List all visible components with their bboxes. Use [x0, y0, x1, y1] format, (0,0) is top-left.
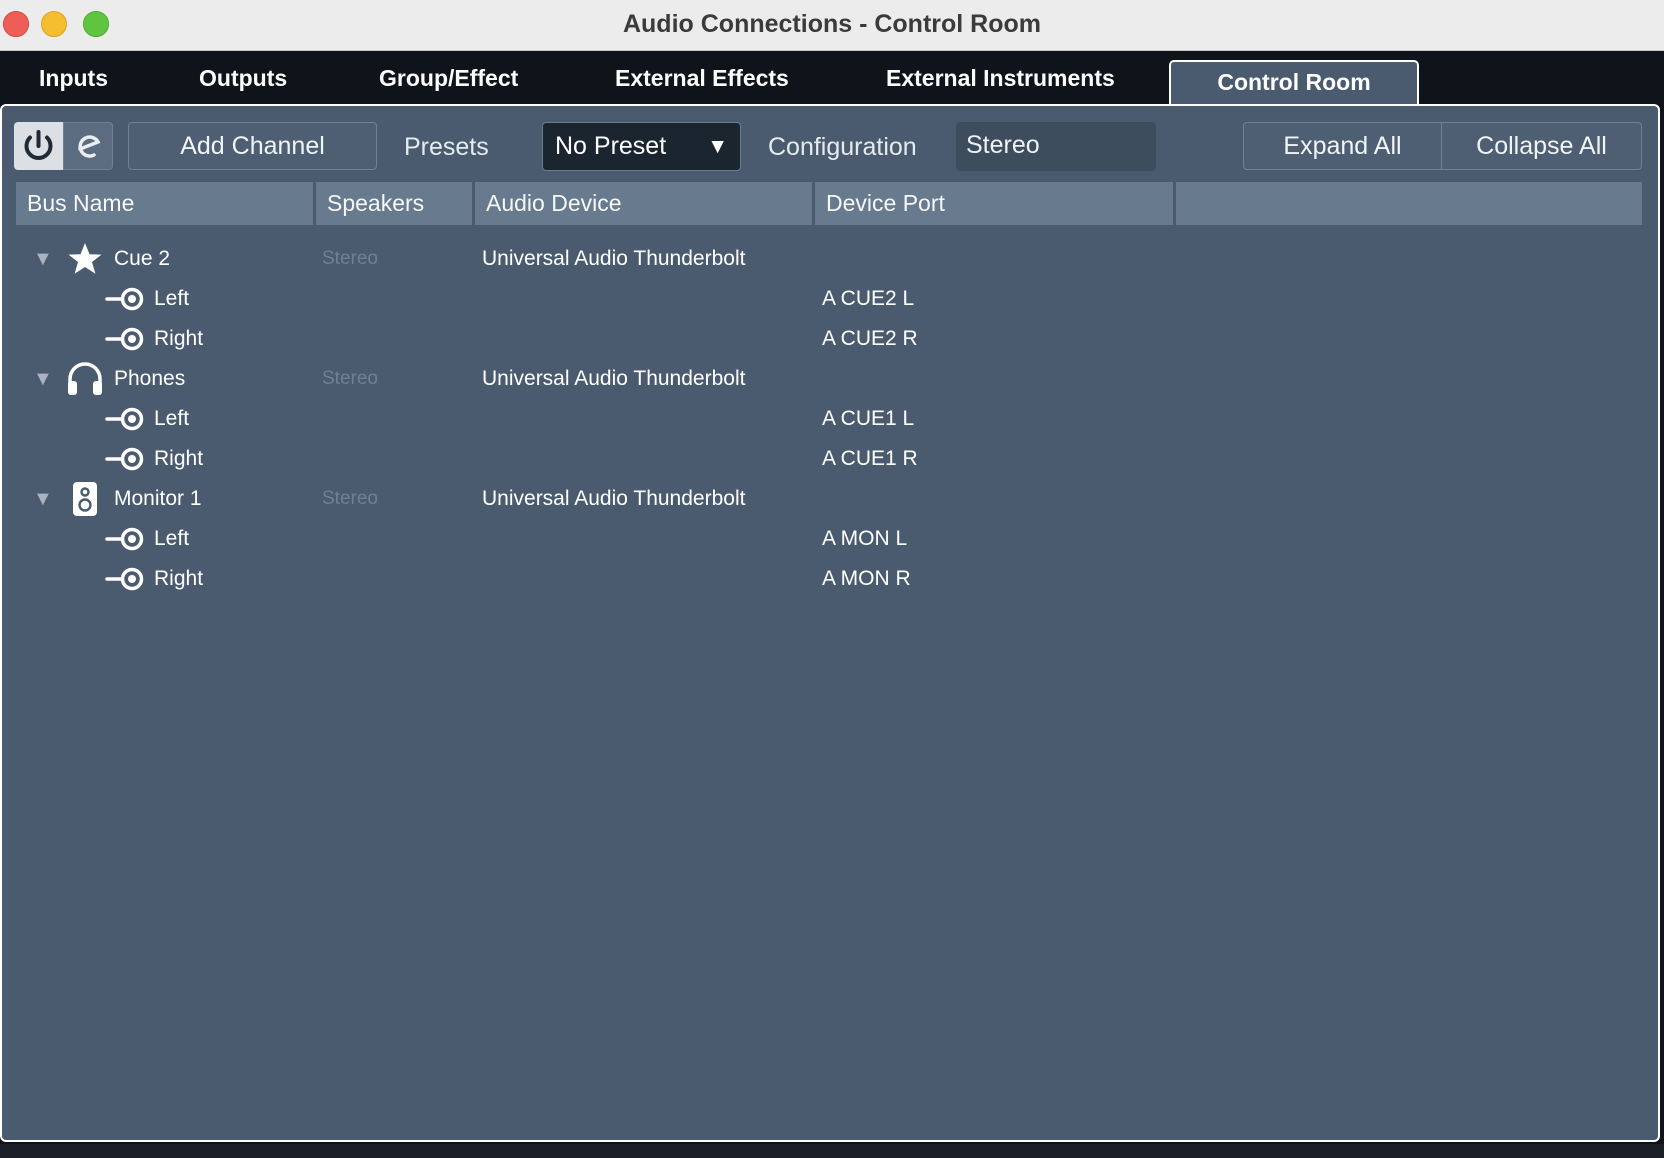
configuration-label: Configuration	[768, 133, 917, 161]
device-port[interactable]: A MON R	[822, 559, 911, 599]
preset-dropdown[interactable]: No Preset ▼	[542, 122, 741, 171]
title-bar: Audio Connections - Control Room	[0, 0, 1664, 51]
configuration-field: Stereo	[956, 122, 1156, 171]
bus-name: Monitor 1	[114, 487, 202, 510]
column-header-bus-name[interactable]: Bus Name	[16, 182, 313, 225]
port-name: Right	[154, 447, 204, 470]
dropdown-arrow-icon: ▼	[707, 135, 728, 158]
bus-speakers: Stereo	[322, 488, 378, 509]
port-row[interactable]: Right A MON R	[0, 559, 1660, 599]
port-row[interactable]: Left A CUE1 L	[0, 399, 1660, 439]
bus-name: Phones	[114, 367, 186, 390]
bus-row-cue-2[interactable]: ▼ Cue 2 Stereo Universal Audio Thunderbo…	[0, 239, 1660, 279]
collapse-triangle-icon[interactable]: ▼	[33, 479, 53, 519]
port-row[interactable]: Right A CUE1 R	[0, 439, 1660, 479]
headphones-icon	[68, 362, 102, 395]
column-header-audio-device[interactable]: Audio Device	[475, 182, 812, 225]
device-port[interactable]: A MON L	[822, 519, 907, 559]
window-title: Audio Connections - Control Room	[622, 10, 1041, 38]
presets-label: Presets	[404, 133, 489, 161]
power-icon	[24, 130, 53, 160]
edit-e-icon	[78, 135, 101, 158]
bus-audio-device[interactable]: Universal Audio Thunderbolt	[482, 479, 745, 519]
device-port[interactable]: A CUE1 L	[822, 399, 914, 439]
tab-external-effects[interactable]: External Effects	[615, 65, 789, 92]
port-connector-icon	[105, 287, 144, 311]
tab-bar: Inputs Outputs Group/Effect External Eff…	[0, 50, 1664, 108]
column-header-speakers[interactable]: Speakers	[316, 182, 472, 225]
tab-group-effect[interactable]: Group/Effect	[379, 65, 518, 92]
bus-audio-device[interactable]: Universal Audio Thunderbolt	[482, 239, 745, 279]
port-connector-icon	[105, 447, 144, 471]
port-name: Right	[154, 327, 204, 350]
bus-speakers: Stereo	[322, 248, 378, 269]
device-port[interactable]: A CUE2 R	[822, 319, 918, 359]
bus-row-phones[interactable]: ▼ Phones Stereo Universal Audio Thunderb…	[0, 359, 1660, 399]
bus-row-monitor-1[interactable]: ▼ Monitor 1 Stereo Universal Audio Thund…	[0, 479, 1660, 519]
column-header-device-port[interactable]: Device Port	[815, 182, 1173, 225]
expand-all-button[interactable]: Expand All	[1243, 122, 1442, 170]
port-name: Right	[154, 567, 204, 590]
port-name: Left	[154, 287, 190, 310]
collapse-all-button[interactable]: Collapse All	[1441, 122, 1642, 170]
port-name: Left	[154, 527, 190, 550]
bottom-strip	[0, 1144, 1664, 1158]
column-header-empty	[1176, 182, 1642, 225]
port-row[interactable]: Right A CUE2 R	[0, 319, 1660, 359]
port-row[interactable]: Left A CUE2 L	[0, 279, 1660, 319]
preset-value: No Preset	[555, 132, 667, 160]
port-connector-icon	[105, 327, 144, 351]
bus-audio-device[interactable]: Universal Audio Thunderbolt	[482, 359, 745, 399]
star-icon	[68, 243, 102, 274]
bus-speakers: Stereo	[322, 368, 378, 389]
bus-name: Cue 2	[114, 247, 171, 270]
port-connector-icon	[105, 407, 144, 431]
port-connector-icon	[105, 567, 144, 591]
device-port[interactable]: A CUE2 L	[822, 279, 914, 319]
device-port[interactable]: A CUE1 R	[822, 439, 918, 479]
collapse-triangle-icon[interactable]: ▼	[33, 239, 53, 279]
collapse-triangle-icon[interactable]: ▼	[33, 359, 53, 399]
port-connector-icon	[105, 527, 144, 551]
edit-button[interactable]	[63, 122, 113, 170]
tab-control-room[interactable]: Control Room	[1169, 60, 1419, 108]
tab-external-instruments[interactable]: External Instruments	[886, 65, 1115, 92]
port-row[interactable]: Left A MON L	[0, 519, 1660, 559]
power-toggle-button[interactable]	[14, 122, 63, 170]
tab-outputs[interactable]: Outputs	[199, 65, 287, 92]
port-name: Left	[154, 407, 190, 430]
tab-inputs[interactable]: Inputs	[39, 65, 108, 92]
add-channel-button[interactable]: Add Channel	[128, 122, 377, 170]
speaker-icon	[73, 482, 97, 516]
